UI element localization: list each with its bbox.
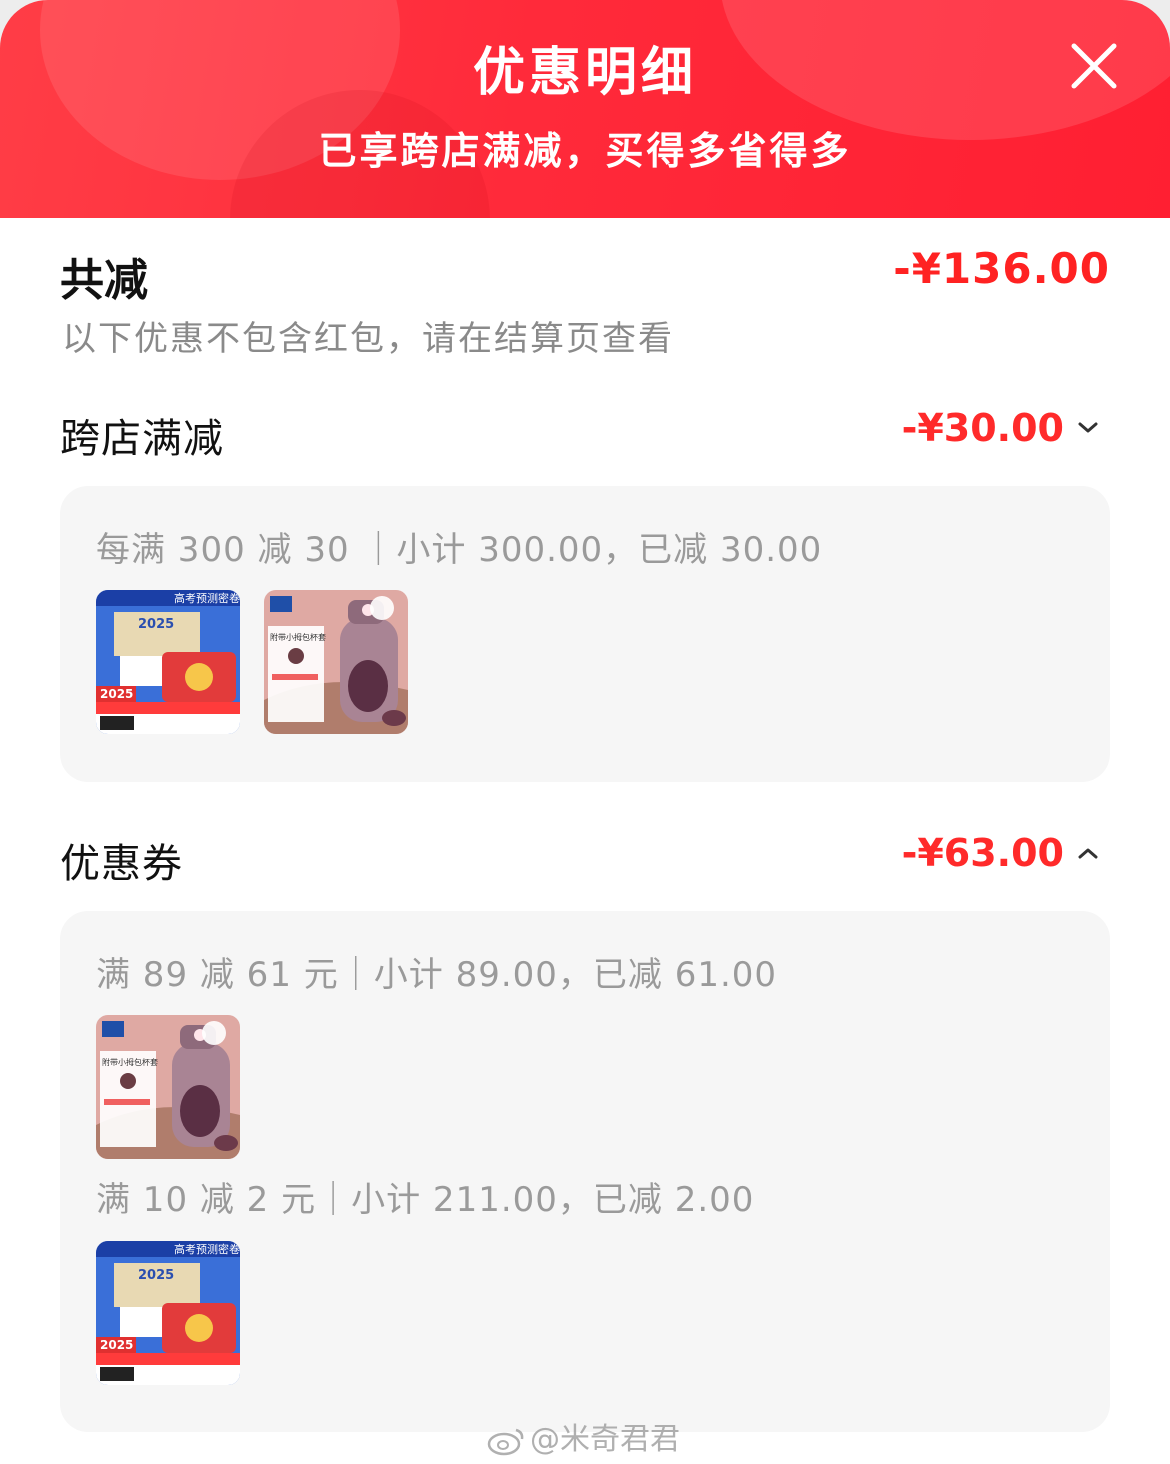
kids-thermos-bottle-thumbnail[interactable]: 附带小拇包杯套 xyxy=(264,590,408,734)
watermark: @米奇君君 xyxy=(486,1414,680,1458)
weibo-icon xyxy=(486,1426,526,1456)
svg-text:2025: 2025 xyxy=(100,687,133,701)
page-subtitle: 已享跨店满减，买得多省得多 xyxy=(318,129,852,173)
svg-text:2025: 2025 xyxy=(138,1268,174,1283)
discount-detail-sheet: 优惠明细 已享跨店满减，买得多省得多 共减 -¥136.00 以下优惠不包含红包… xyxy=(0,0,1170,1464)
page-title: 优惠明细 xyxy=(472,43,697,103)
chevron-down-icon[interactable] xyxy=(1076,418,1100,438)
close-icon xyxy=(1071,43,1117,89)
close-button[interactable] xyxy=(1066,38,1122,94)
svg-text:高考预测密卷: 高考预测密卷 xyxy=(174,1242,240,1256)
section-title: 优惠券 xyxy=(60,841,183,887)
total-amount: -¥136.00 xyxy=(893,244,1110,293)
exam-prep-book-thumbnail[interactable]: 高考预测密卷 2025 2025 xyxy=(96,1241,240,1385)
section-header-coupon[interactable]: 优惠券 -¥63.00 xyxy=(60,831,1110,891)
cross-store-card: 每满 300 减 30 ｜小计 300.00，已减 30.00 高考预测密卷 2… xyxy=(60,486,1110,782)
discount-rule: 每满 300 减 30 ｜小计 300.00，已减 30.00 xyxy=(96,530,823,570)
kids-thermos-bottle-thumbnail[interactable]: 附带小拇包杯套 xyxy=(96,1015,240,1159)
header-banner: 优惠明细 已享跨店满减，买得多省得多 xyxy=(0,0,1170,218)
summary-note: 以下优惠不包含红包，请在结算页查看 xyxy=(62,319,674,359)
section-amount: -¥63.00 xyxy=(901,831,1064,875)
svg-text:2025: 2025 xyxy=(138,617,174,632)
section-title: 跨店满减 xyxy=(60,416,224,462)
section-amount: -¥30.00 xyxy=(901,406,1064,450)
section-header-cross-store[interactable]: 跨店满减 -¥30.00 xyxy=(60,406,1110,466)
discount-rule: 满 89 减 61 元｜小计 89.00，已减 61.00 xyxy=(96,955,778,995)
svg-text:附带小拇包杯套: 附带小拇包杯套 xyxy=(102,1057,158,1067)
discount-rule: 满 10 减 2 元｜小计 211.00，已减 2.00 xyxy=(96,1180,755,1220)
discount-content: 共减 -¥136.00 以下优惠不包含红包，请在结算页查看 跨店满减 -¥30.… xyxy=(0,218,1170,1464)
svg-text:附带小拇包杯套: 附带小拇包杯套 xyxy=(270,632,326,642)
svg-text:2025: 2025 xyxy=(100,1338,133,1352)
svg-text:高考预测密卷: 高考预测密卷 xyxy=(174,591,240,605)
coupon-card: 满 89 减 61 元｜小计 89.00，已减 61.00 附带小拇包杯套 满 … xyxy=(60,911,1110,1432)
chevron-up-icon[interactable] xyxy=(1076,843,1100,863)
exam-prep-book-thumbnail[interactable]: 高考预测密卷 2025 2025 xyxy=(96,590,240,734)
total-row: 共减 -¥136.00 xyxy=(60,244,1110,306)
watermark-text: @米奇君君 xyxy=(530,1422,680,1457)
total-label: 共减 xyxy=(60,255,148,306)
